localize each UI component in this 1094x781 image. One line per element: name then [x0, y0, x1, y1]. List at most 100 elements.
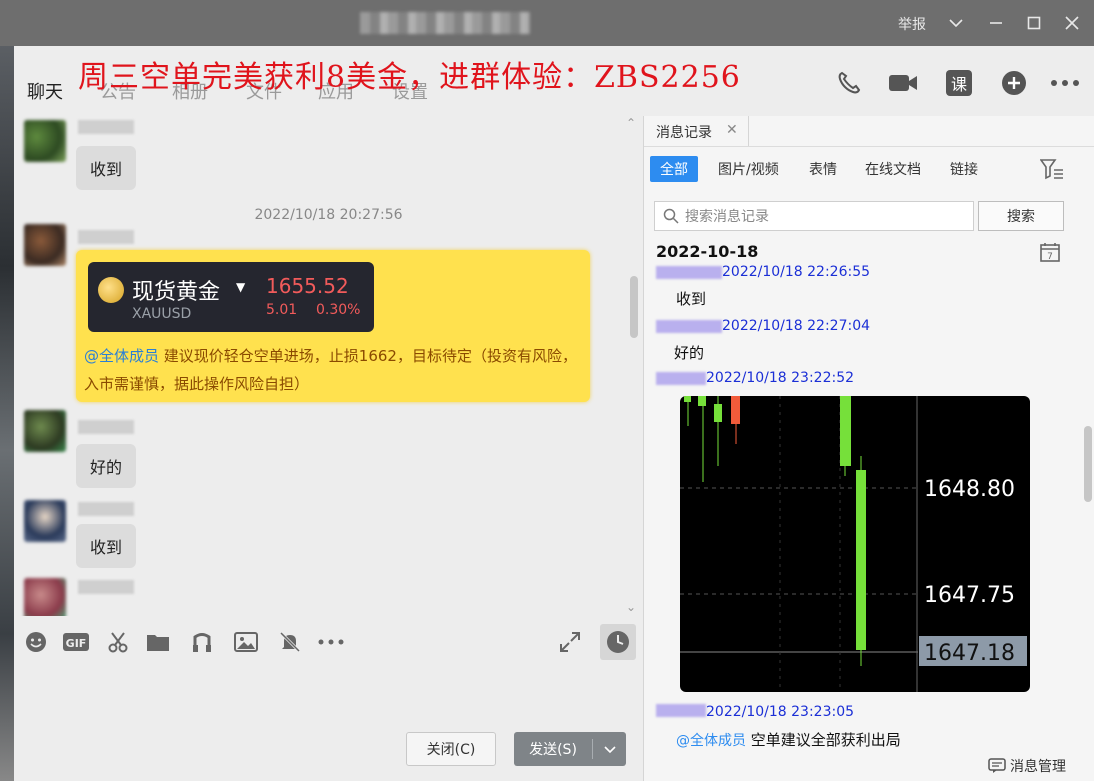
calendar-icon[interactable]: 7 [1040, 242, 1060, 262]
music-icon[interactable] [188, 630, 216, 654]
tab-separator [748, 116, 749, 146]
quote-price: 1655.52 [266, 274, 349, 298]
phone-icon[interactable] [832, 66, 866, 100]
filter-list-icon[interactable] [1039, 158, 1064, 180]
log-sender-blurred [656, 704, 706, 717]
avatar[interactable] [24, 224, 66, 266]
add-icon[interactable] [998, 66, 1030, 100]
quote-change-pct: 0.30% [316, 302, 361, 318]
sender-name-blurred [78, 120, 134, 134]
image-icon[interactable] [232, 630, 260, 654]
expand-icon[interactable] [556, 630, 584, 654]
search-icon [663, 208, 679, 224]
mute-bell-icon[interactable] [276, 630, 304, 654]
tab-chat[interactable]: 聊天 [27, 78, 63, 104]
message-history-panel: 消息记录 ✕ 全部 图片/视频 表情 在线文档 链接 搜索消息记录 搜索 202… [644, 116, 1094, 781]
report-button[interactable]: 举报 [898, 14, 926, 34]
log-message: 收到 [676, 290, 707, 308]
log-time: 2022/10/18 22:26:55 [722, 264, 871, 280]
panel-tab-label: 消息记录 [656, 125, 712, 141]
panel-divider-line [644, 146, 1094, 147]
title-bar: 举报 [0, 0, 1094, 46]
sender-name-blurred [78, 420, 134, 434]
maximize-icon[interactable] [1022, 11, 1046, 35]
candlestick-chart-image[interactable]: 1648.80 1647.75 1647.18 [680, 396, 1030, 692]
scissors-icon[interactable] [104, 630, 132, 654]
trade-signal-card[interactable]: 现货黄金 ▼ XAUUSD 1655.52 5.01 0.30% @全体成员 建… [76, 250, 590, 402]
log-message-with-mention: @全体成员 空单建议全部获利出局 [676, 729, 901, 750]
chevron-down-icon[interactable] [593, 743, 626, 755]
log-sender-blurred [656, 320, 722, 333]
more-icon[interactable] [1048, 66, 1082, 100]
date-header: 2022-10-18 [656, 242, 759, 261]
avatar[interactable] [24, 410, 66, 452]
svg-text:GIF: GIF [66, 637, 87, 650]
quote-symbol: XAUUSD [132, 306, 192, 322]
message-manager-label: 消息管理 [1010, 759, 1066, 775]
filter-media[interactable]: 图片/视频 [708, 156, 789, 182]
emoji-icon[interactable] [22, 630, 50, 654]
filter-emoji[interactable]: 表情 [799, 156, 847, 182]
chat-timestamp: 2022/10/18 20:27:56 [254, 207, 403, 223]
clock-icon [607, 631, 629, 653]
composer-toolbar: GIF [14, 622, 643, 662]
app-window: 举报 聊天 公告 相册 文件 应用 设置 周三空单完美获利8美金，进群体验：ZB… [0, 0, 1094, 781]
avatar[interactable] [24, 120, 66, 162]
scroll-down-icon[interactable]: ⌄ [626, 600, 636, 614]
search-button[interactable]: 搜索 [978, 201, 1064, 231]
close-tab-icon[interactable]: ✕ [726, 122, 738, 138]
scroll-up-icon[interactable]: ⌃ [626, 116, 636, 130]
message-bubble[interactable]: 收到 [76, 146, 137, 190]
promo-overlay-text: 周三空单完美获利8美金，进群体验：ZBS2256 [78, 60, 741, 95]
chevron-down-icon[interactable] [944, 11, 968, 35]
folder-icon[interactable] [144, 630, 172, 654]
history-clock-button[interactable] [600, 624, 636, 660]
caret-down-icon: ▼ [236, 280, 246, 294]
quote-name: 现货黄金 [132, 280, 221, 305]
close-button[interactable]: 关闭(C) [406, 732, 496, 766]
filter-all[interactable]: 全部 [650, 156, 698, 182]
send-button[interactable]: 发送(S) [514, 732, 626, 766]
window-title-blurred [360, 12, 530, 34]
panel-scrollbar[interactable] [1084, 426, 1092, 502]
log-time: 2022/10/18 22:27:04 [722, 318, 871, 334]
close-icon[interactable] [1060, 11, 1084, 35]
signal-text: @全体成员 建议现价轻仓空单进场，止损1662，目标待定（投资有风险，入市需谨慎… [84, 342, 584, 398]
sender-name-blurred [78, 230, 134, 244]
message-manager-button[interactable]: 消息管理 [988, 756, 1066, 776]
log-time: 2022/10/18 23:22:52 [706, 370, 855, 386]
mention-all[interactable]: @全体成员 [84, 347, 159, 365]
chat-area[interactable]: 收到 2022/10/18 20:27:56 现货黄金 ▼ XAUUSD 165… [14, 116, 643, 616]
course-icon-label: 课 [950, 75, 967, 94]
gif-icon[interactable]: GIF [60, 630, 92, 654]
avatar[interactable] [24, 500, 66, 542]
search-input[interactable]: 搜索消息记录 [654, 201, 974, 231]
minimize-icon[interactable] [984, 11, 1008, 35]
mention-all[interactable]: @全体成员 [676, 733, 746, 749]
background-strip [0, 46, 14, 781]
more-tools-icon[interactable] [316, 630, 346, 654]
message-bubble[interactable]: 好的 [76, 444, 137, 488]
log-message: 好的 [674, 344, 705, 362]
gold-quote-widget: 现货黄金 ▼ XAUUSD 1655.52 5.01 0.30% [88, 262, 374, 332]
svg-text:7: 7 [1047, 252, 1053, 262]
filter-links[interactable]: 链接 [940, 156, 988, 182]
avatar[interactable] [24, 578, 66, 616]
filter-docs[interactable]: 在线文档 [855, 156, 931, 182]
log-time: 2022/10/18 23:23:05 [706, 704, 855, 720]
course-icon[interactable]: 课 [944, 66, 974, 100]
chart-label-3: 1647.18 [924, 641, 1015, 666]
quote-change: 5.01 [266, 302, 298, 318]
message-bubble[interactable]: 收到 [76, 524, 137, 568]
sender-name-blurred [78, 580, 134, 594]
search-placeholder: 搜索消息记录 [685, 209, 769, 225]
chat-scrollbar[interactable] [630, 276, 638, 338]
gold-coin-icon [98, 277, 124, 303]
log-message-text: 空单建议全部获利出局 [750, 731, 901, 749]
message-manager-icon [988, 758, 1006, 773]
log-sender-blurred [656, 372, 706, 385]
sender-name-blurred [78, 502, 134, 516]
send-label[interactable]: 发送(S) [514, 739, 592, 759]
video-call-icon[interactable] [886, 66, 920, 100]
log-sender-blurred [656, 266, 722, 279]
